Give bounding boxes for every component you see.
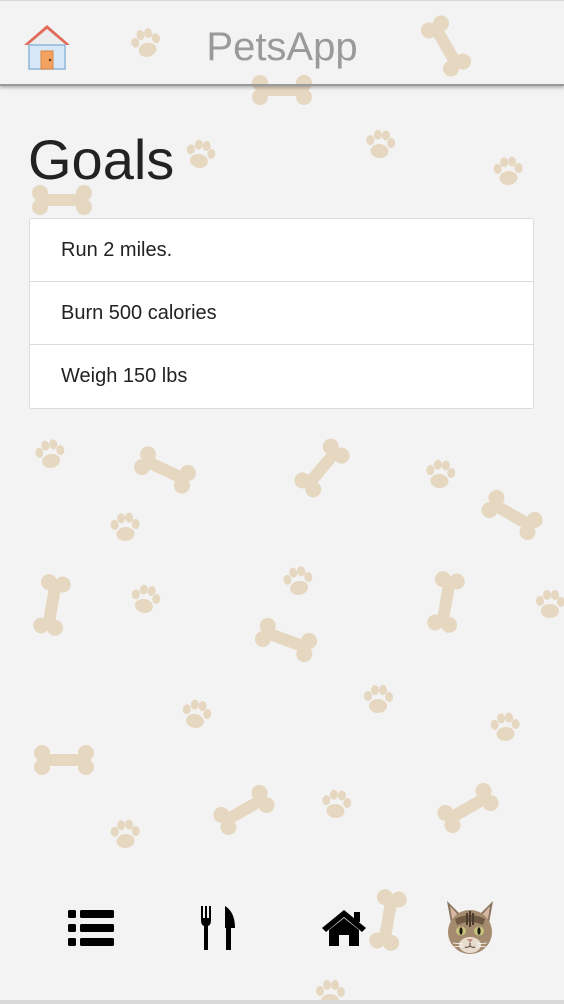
bottom-navbar (0, 890, 564, 970)
goal-item[interactable]: Run 2 miles. (30, 219, 533, 282)
goals-list-button[interactable] (61, 898, 121, 958)
app-title: PetsApp (206, 25, 358, 69)
bottom-divider (0, 1000, 564, 1004)
goal-item[interactable]: Burn 500 calories (30, 282, 533, 345)
page-title: Goals (28, 128, 175, 191)
goals-list: Run 2 miles. Burn 500 calories Weigh 150… (29, 218, 534, 409)
top-navbar: PetsApp (0, 0, 564, 86)
pet-profile-button[interactable] (440, 898, 500, 958)
goal-item[interactable]: Weigh 150 lbs (30, 345, 533, 408)
home-icon (322, 910, 366, 946)
cat-avatar-icon (447, 901, 493, 954)
food-button[interactable] (188, 898, 248, 958)
home-nav-button[interactable] (314, 898, 374, 958)
fork-knife-icon (201, 906, 235, 950)
list-icon (68, 910, 114, 946)
